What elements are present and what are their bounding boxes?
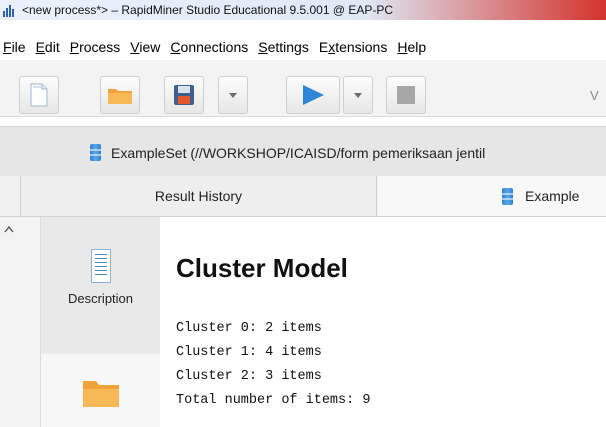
window-title: <new process*> – RapidMiner Studio Educa… — [22, 3, 394, 17]
tab-example-set[interactable]: Example — [378, 176, 606, 216]
view-navigation: Description — [41, 217, 160, 427]
menu-label: Settings — [258, 39, 309, 55]
new-process-button[interactable] — [19, 76, 59, 114]
document-icon — [90, 249, 111, 283]
tab-example-set-label: Example — [525, 188, 580, 204]
menu-label: Connections — [170, 39, 249, 55]
cluster-line: Cluster 2: 3 items — [176, 369, 322, 384]
cluster-total-line: Total number of items: 9 — [176, 393, 371, 408]
save-process-button[interactable] — [164, 76, 204, 114]
play-icon — [303, 85, 324, 105]
menu-view[interactable]: View — [130, 39, 160, 55]
folder-icon — [82, 381, 119, 407]
menu-edit[interactable]: Edit — [36, 39, 60, 55]
tab-result-history-label: Result History — [154, 188, 243, 204]
menu-file[interactable]: File — [3, 39, 26, 55]
rapidminer-icon — [3, 3, 17, 17]
open-process-button[interactable] — [100, 76, 140, 114]
menu-bar: File Edit Process View Connections Setti… — [0, 36, 606, 58]
menu-label: Help — [397, 39, 427, 55]
menu-extensions[interactable]: Extensions — [319, 39, 388, 55]
result-tabs: Result History Example — [0, 176, 606, 217]
chevron-up-icon[interactable] — [4, 225, 14, 233]
page-title: Cluster Model — [176, 253, 348, 283]
toolbar-view-label: V — [590, 88, 599, 103]
save-dropdown-button[interactable] — [218, 76, 248, 114]
menu-label: File — [3, 39, 26, 55]
run-dropdown-button[interactable] — [343, 76, 373, 114]
menu-settings[interactable]: Settings — [258, 39, 309, 55]
window-titlebar: <new process*> – RapidMiner Studio Educa… — [0, 0, 606, 20]
stop-process-button[interactable] — [386, 76, 426, 114]
new-file-icon — [30, 83, 48, 107]
chevron-down-icon — [354, 92, 362, 98]
example-set-tab-label: ExampleSet (//WORKSHOP/ICAISD/form pemer… — [111, 144, 486, 161]
view-description-label: Description — [67, 291, 134, 306]
chevron-down-icon — [229, 92, 237, 98]
database-icon — [502, 187, 513, 205]
cluster-model-panel: Cluster Model Cluster 0: 2 items Cluster … — [160, 217, 606, 427]
menu-connections[interactable]: Connections — [170, 39, 248, 55]
database-icon — [90, 144, 101, 161]
save-icon — [174, 85, 194, 105]
menu-label: Extensions — [318, 39, 388, 55]
cluster-line: Cluster 1: 4 items — [176, 345, 322, 360]
menu-label: View — [130, 39, 161, 55]
menu-help[interactable]: Help — [397, 39, 426, 55]
menu-process[interactable]: Process — [70, 39, 121, 55]
tab-result-history[interactable]: Result History — [20, 176, 377, 216]
view-folder-button[interactable] — [41, 354, 160, 427]
stop-icon — [397, 86, 415, 104]
example-set-tab[interactable]: ExampleSet (//WORKSHOP/ICAISD/form pemer… — [0, 126, 606, 178]
view-description-button[interactable]: Description — [41, 217, 160, 354]
cluster-summary: Cluster 0: 2 items Cluster 1: 4 items Clus… — [176, 317, 370, 413]
run-process-button[interactable] — [286, 76, 340, 114]
cluster-line: Cluster 0: 2 items — [176, 321, 322, 336]
open-folder-icon — [108, 89, 132, 104]
menu-label: Process — [69, 39, 121, 55]
side-gutter — [0, 217, 41, 427]
toolbar: V — [0, 60, 606, 117]
menu-label: Edit — [35, 39, 60, 55]
